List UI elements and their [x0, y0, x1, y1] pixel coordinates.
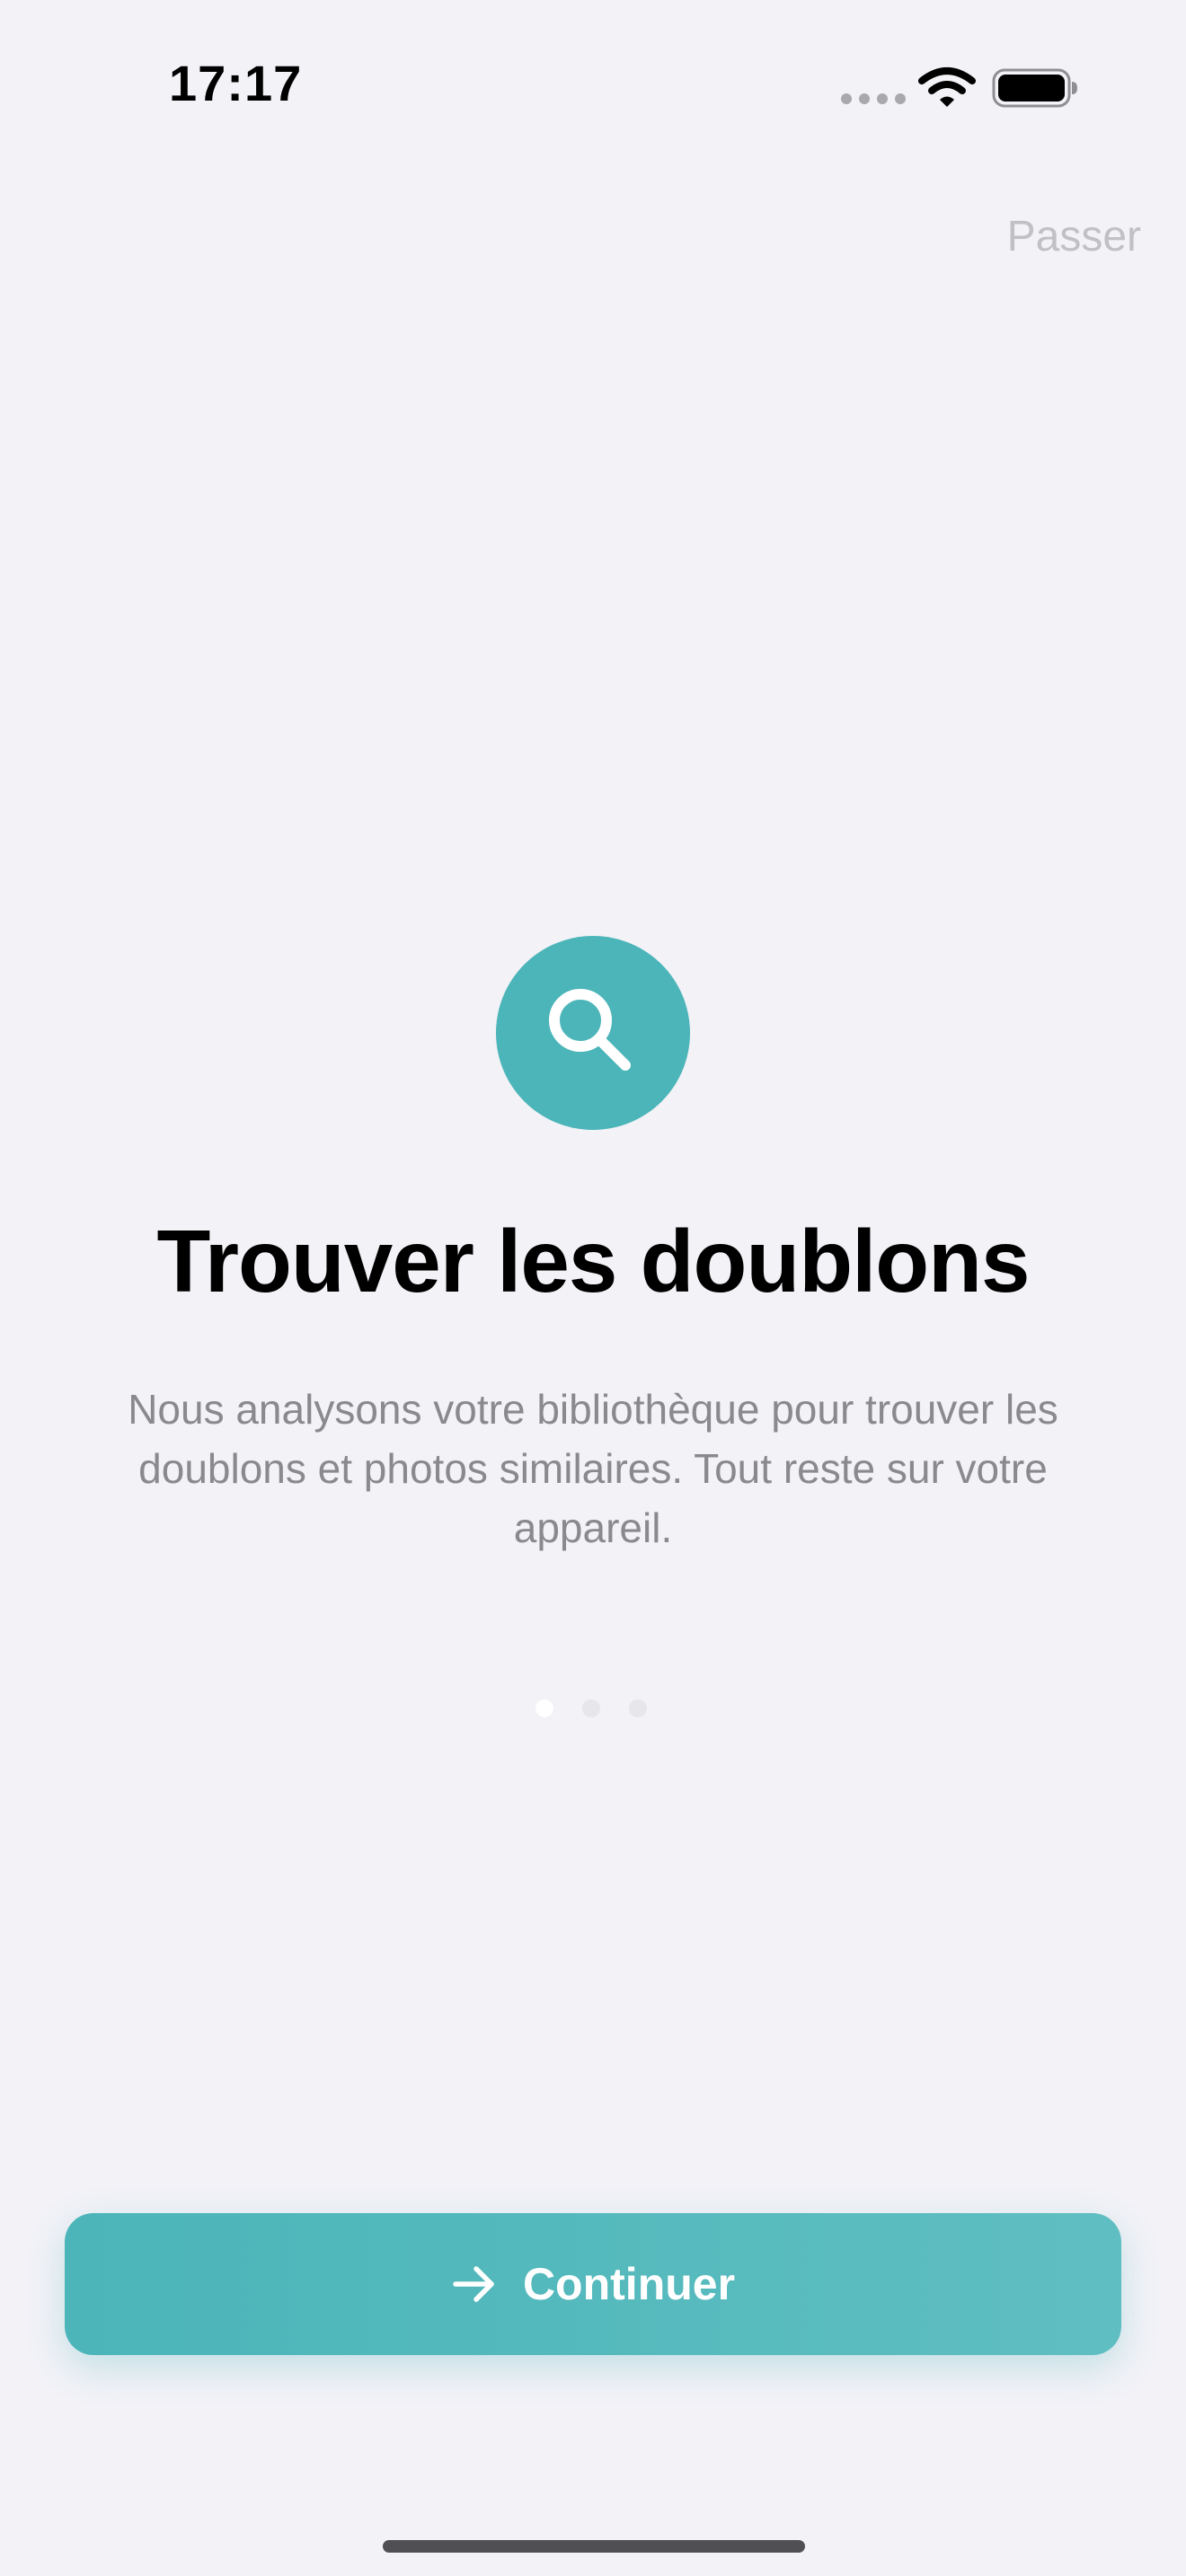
onboarding-description: Nous analysons votre bibliothèque pour t…	[128, 1386, 1058, 1551]
wifi-icon	[918, 67, 976, 107]
arrow-right-icon	[453, 2266, 494, 2302]
home-indicator[interactable]	[383, 2540, 805, 2553]
page-indicator[interactable]	[535, 1699, 647, 1717]
page-dot-3[interactable]	[629, 1699, 647, 1717]
continue-label: Continuer	[522, 2259, 736, 2309]
page-dot-2[interactable]	[582, 1699, 600, 1717]
cellular-signal-icon	[841, 93, 906, 104]
feature-icon-badge	[496, 936, 690, 1130]
status-time: 17:17	[169, 55, 303, 111]
battery-icon	[992, 68, 1077, 108]
onboarding-title: Trouver les doublons	[156, 1212, 1030, 1310]
page-dot-1[interactable]	[535, 1699, 553, 1717]
continue-button[interactable]: Continuer	[65, 2213, 1121, 2355]
skip-button[interactable]: Passer	[1007, 212, 1141, 261]
status-bar: 17:17	[0, 0, 1186, 180]
magnifying-glass-icon	[549, 989, 631, 1071]
